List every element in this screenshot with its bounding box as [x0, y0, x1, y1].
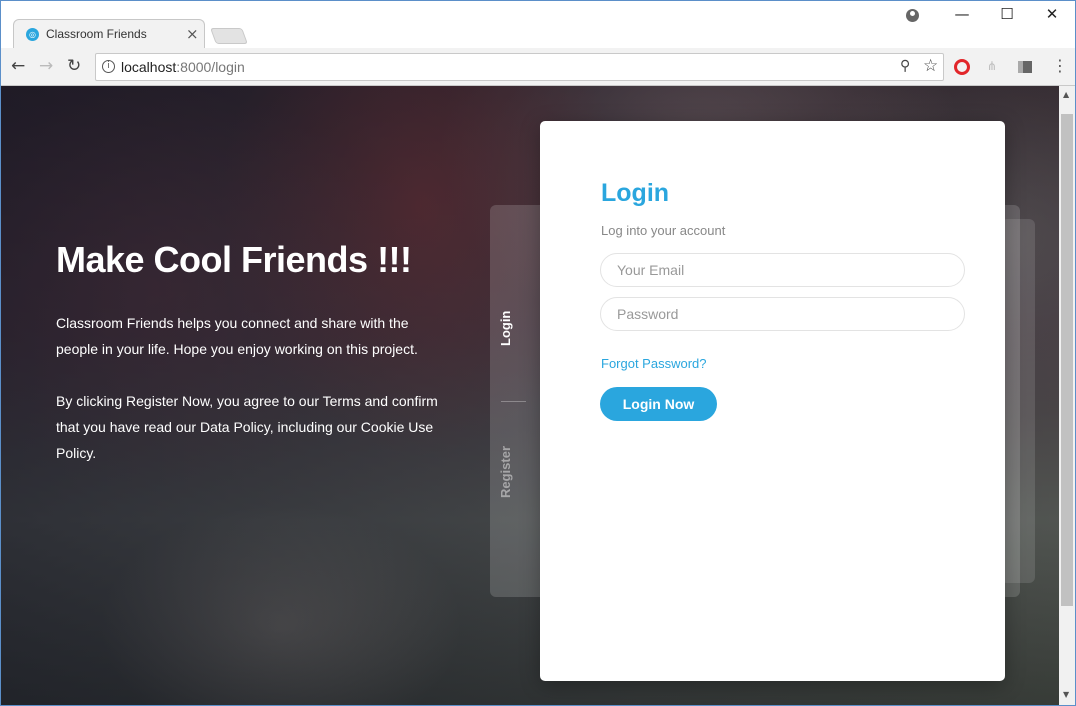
tab-favicon-icon: ◎ — [26, 28, 39, 41]
page-viewport: Make Cool Friends !!! Classroom Friends … — [1, 86, 1059, 705]
key-icon[interactable]: ⚲ — [900, 58, 910, 74]
side-tab-login[interactable]: Login — [498, 311, 513, 346]
bookmark-star-icon[interactable]: ☆ — [923, 56, 938, 76]
back-icon[interactable]: ← — [11, 56, 25, 76]
profile-icon[interactable] — [906, 9, 919, 22]
close-window-button[interactable]: ✕ — [1032, 5, 1072, 27]
hero-paragraph: Classroom Friends helps you connect and … — [56, 315, 418, 357]
login-card: Login Log into your account Forgot Passw… — [540, 121, 1005, 681]
title-bar: ◎ Classroom Friends × — ☐ ✕ — [1, 1, 1075, 48]
tab-close-icon[interactable]: × — [186, 25, 199, 43]
scroll-down-icon[interactable]: ▼ — [1063, 690, 1069, 699]
browser-tab[interactable]: ◎ Classroom Friends × — [13, 19, 205, 48]
url-text: localhost:8000/login — [121, 59, 245, 75]
forgot-password-link[interactable]: Forgot Password? — [601, 356, 707, 371]
scroll-thumb[interactable] — [1061, 114, 1073, 606]
side-tab-register[interactable]: Register — [498, 446, 513, 498]
scroll-up-icon[interactable]: ▲ — [1063, 90, 1069, 99]
email-input[interactable] — [600, 253, 965, 287]
hero-terms-paragraph: By clicking Register Now, you agree to o… — [56, 393, 438, 461]
url-path: :8000/login — [176, 59, 245, 75]
info-icon[interactable]: i — [102, 60, 115, 73]
page-scrollbar[interactable]: ▲ ▼ — [1059, 86, 1075, 705]
extension-icon-2[interactable] — [1018, 61, 1032, 73]
browser-toolbar: ← → ↻ i localhost:8000/login ⚲ ☆ ⋔ ⋮ — [1, 48, 1075, 86]
minimize-button[interactable]: — — [942, 5, 982, 27]
reload-icon[interactable]: ↻ — [67, 56, 81, 76]
login-button[interactable]: Login Now — [600, 387, 717, 421]
opera-extension-icon[interactable] — [954, 59, 970, 75]
address-bar[interactable]: i localhost:8000/login ⚲ ☆ — [95, 53, 944, 81]
new-tab-button[interactable] — [210, 28, 248, 44]
tab-title: Classroom Friends — [46, 27, 147, 41]
hero-title: Make Cool Friends !!! — [56, 239, 412, 280]
side-tab-divider — [501, 401, 526, 402]
forward-icon[interactable]: → — [39, 56, 53, 76]
maximize-button[interactable]: ☐ — [987, 5, 1027, 27]
card-stack-backdrop — [1001, 219, 1035, 583]
menu-icon[interactable]: ⋮ — [1052, 56, 1068, 75]
extension-icon[interactable]: ⋔ — [987, 59, 997, 73]
login-subtitle: Log into your account — [601, 223, 726, 238]
password-input[interactable] — [600, 297, 965, 331]
login-title: Login — [601, 179, 670, 207]
browser-window: ◎ Classroom Friends × — ☐ ✕ ← → ↻ i loca… — [0, 0, 1076, 706]
url-host: localhost — [121, 59, 177, 75]
